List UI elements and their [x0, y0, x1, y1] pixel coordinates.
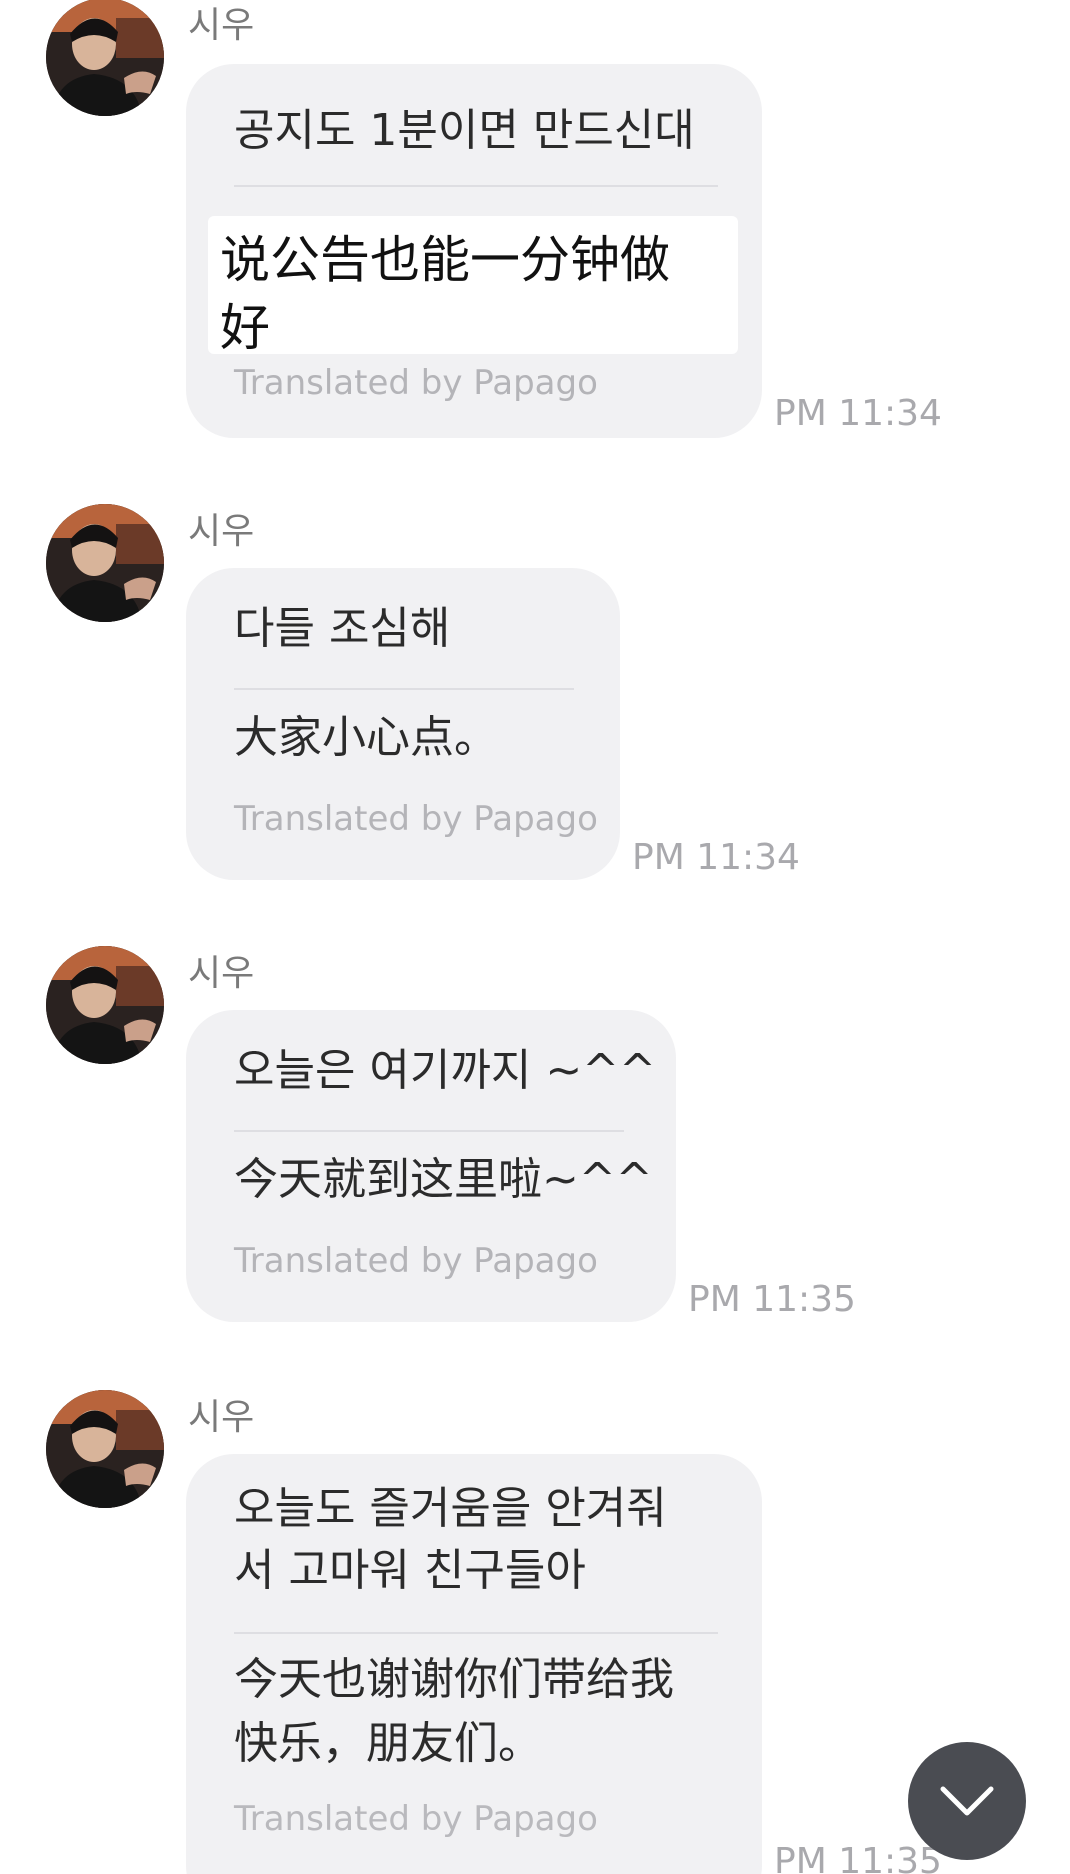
scroll-to-bottom-button[interactable]: [908, 1742, 1026, 1860]
translation-credit: Translated by Papago: [234, 1241, 598, 1281]
timestamp: PM 11:34: [774, 393, 942, 434]
sender-name: 시우: [188, 953, 255, 994]
original-text: 오늘도 즐거움을 안겨줘 서 고마워 친구들아: [234, 1478, 667, 1602]
divider: [234, 1632, 718, 1634]
profile-photo: [46, 0, 164, 116]
avatar[interactable]: [46, 946, 164, 1064]
translated-line: 快乐，朋友们。: [234, 1718, 542, 1769]
message-bubble[interactable]: 오늘도 즐거움을 안겨줘 서 고마워 친구들아 今天也谢谢你们带给我 快乐，朋友…: [186, 1454, 762, 1874]
message-bubble[interactable]: 오늘은 여기까지 ~^^ 今天就到这里啦~^^ Translated by Pa…: [186, 1010, 676, 1322]
translation-credit: Translated by Papago: [234, 363, 598, 403]
timestamp: PM 11:34: [632, 837, 800, 878]
chat-view: 시우 공지도 1분이면 만드신대 Translated by Papago 说公…: [0, 0, 1070, 1874]
translated-line: 好: [220, 299, 270, 357]
sender-name: 시우: [188, 5, 255, 46]
message-bubble[interactable]: 공지도 1분이면 만드신대 Translated by Papago 说公告也能…: [186, 64, 762, 438]
avatar[interactable]: [46, 0, 164, 116]
chevron-down-icon: [940, 1786, 994, 1816]
original-text: 다들 조심해: [234, 603, 451, 654]
original-line: 오늘도 즐거움을 안겨줘: [234, 1483, 667, 1534]
translated-line: 说公告也能一分钟做: [220, 231, 670, 289]
timestamp: PM 11:35: [688, 1279, 856, 1320]
translated-line: 今天也谢谢你们带给我: [234, 1654, 674, 1705]
divider: [234, 185, 718, 187]
original-text: 오늘은 여기까지 ~^^: [234, 1045, 656, 1096]
divider: [234, 688, 574, 690]
translation-credit: Translated by Papago: [234, 1799, 598, 1839]
original-line: 서 고마워 친구들아: [234, 1545, 586, 1596]
profile-photo: [46, 504, 164, 622]
avatar[interactable]: [46, 1390, 164, 1508]
profile-photo: [46, 1390, 164, 1508]
profile-photo: [46, 946, 164, 1064]
translated-text: 大家小心点。: [234, 712, 498, 763]
message-bubble[interactable]: 다들 조심해 大家小心点。 Translated by Papago: [186, 568, 620, 880]
timestamp: PM 11:35: [774, 1841, 942, 1874]
sender-name: 시우: [188, 1397, 255, 1438]
translated-text: 今天就到这里啦~^^: [234, 1154, 653, 1205]
divider: [234, 1130, 624, 1132]
translation-credit: Translated by Papago: [234, 799, 598, 839]
translated-text: 说公告也能一分钟做 好: [208, 216, 738, 357]
translated-text: 今天也谢谢你们带给我 快乐，朋友们。: [234, 1648, 674, 1776]
sender-name: 시우: [188, 511, 255, 552]
avatar[interactable]: [46, 504, 164, 622]
original-text: 공지도 1분이면 만드신대: [234, 105, 695, 156]
